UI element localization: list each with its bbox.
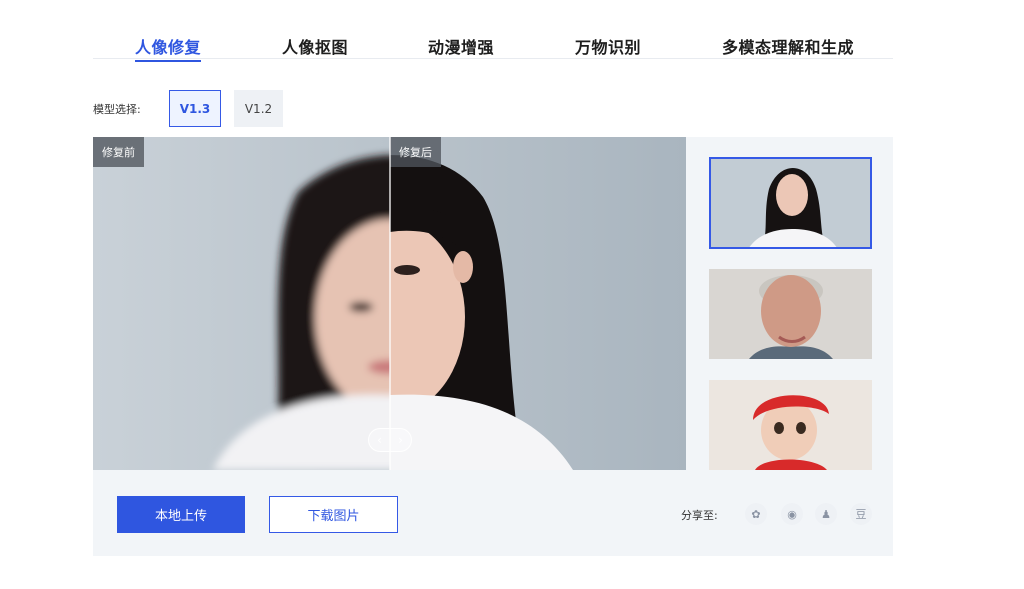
model-option-v12[interactable]: V1.2 [234, 90, 283, 127]
download-button[interactable]: 下载图片 [269, 496, 398, 533]
thumbnail-baby-red-hat[interactable] [709, 380, 872, 470]
weibo-icon[interactable]: ◉ [781, 503, 803, 525]
moments-icon[interactable]: ✿ [745, 503, 767, 525]
thumbnail-older-man[interactable] [709, 269, 872, 359]
tab-object-recognition[interactable]: 万物识别 [575, 34, 641, 59]
tab-portrait-restore[interactable]: 人像修复 [135, 34, 202, 62]
chevron-right-icon: › [398, 433, 403, 447]
tab-anime-enhance[interactable]: 动漫增强 [428, 34, 494, 59]
feature-tabs: 人像修复 人像抠图 动漫增强 万物识别 多模态理解和生成 [93, 22, 893, 62]
after-label: 修复后 [390, 137, 441, 167]
before-label: 修复前 [93, 137, 144, 167]
share-label: 分享至: [681, 509, 718, 522]
qq-icon[interactable]: ♟ [815, 503, 837, 525]
upload-button[interactable]: 本地上传 [117, 496, 245, 533]
tab-multimodal[interactable]: 多模态理解和生成 [722, 34, 854, 59]
compare-viewer[interactable]: 修复前 修复后 ‹ › [93, 137, 686, 470]
model-option-v13[interactable]: V1.3 [169, 90, 221, 127]
young-woman-image [711, 159, 870, 247]
main-panel: 修复前 修复后 ‹ › 本地上传 下载图片 分享至: ✿ ◉ ♟ 豆 [93, 137, 893, 556]
compare-slider-handle[interactable]: ‹ › [368, 428, 412, 452]
older-man-image [709, 269, 872, 359]
thumbnail-young-woman[interactable] [709, 157, 872, 249]
douban-icon[interactable]: 豆 [850, 503, 872, 525]
baby-red-hat-image [709, 380, 872, 470]
model-select-label: 模型选择: [93, 103, 141, 116]
compare-divider[interactable] [389, 137, 391, 470]
tab-portrait-matting[interactable]: 人像抠图 [282, 34, 348, 59]
chevron-left-icon: ‹ [377, 433, 382, 447]
